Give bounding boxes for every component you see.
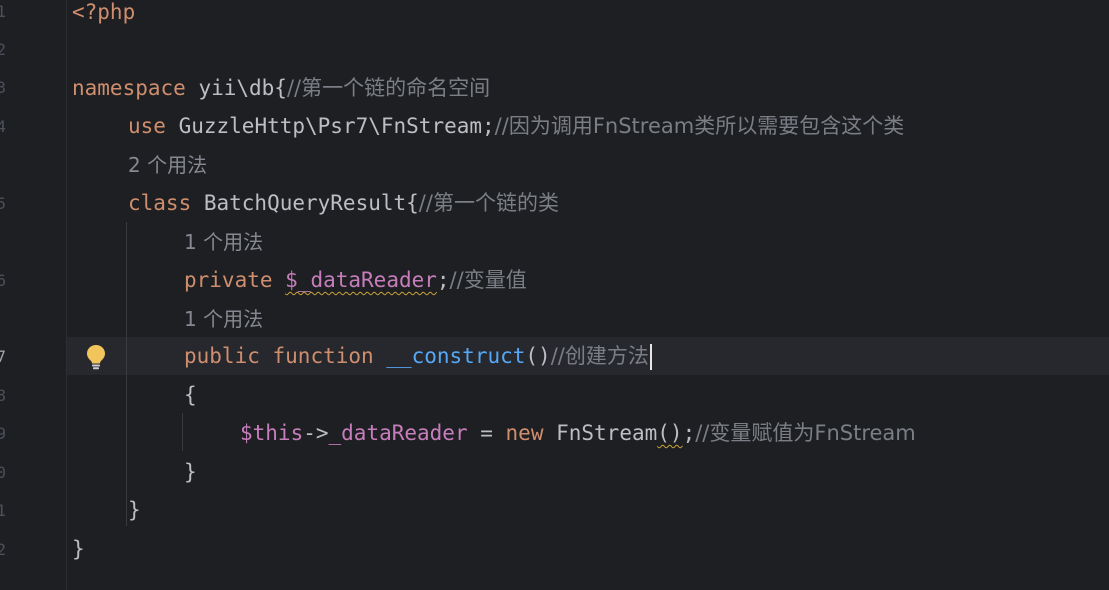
namespace-name: yii\db{ (185, 76, 287, 100)
close-brace: } (72, 537, 85, 561)
open-brace: { (184, 383, 197, 407)
class-name: BatchQueryResult{ (191, 191, 419, 215)
code-line[interactable]: } (128, 491, 141, 529)
code-comment: //变量赋值为FnStream (695, 421, 916, 445)
new-keyword: new (505, 421, 544, 445)
constructor-name: __construct (386, 344, 526, 368)
indent-guide (182, 413, 183, 451)
namespace-keyword: namespace (72, 76, 186, 100)
line-number: 4 (0, 117, 6, 136)
semicolon: ; (682, 421, 696, 445)
parentheses: () (525, 344, 551, 368)
new-class-name: FnStream (543, 421, 658, 445)
line-number: 2 (0, 40, 6, 59)
code-line[interactable]: <?php (72, 0, 135, 31)
code-line[interactable]: use GuzzleHttp\Psr7\FnStream;//因为调用FnStr… (128, 107, 904, 145)
code-comment: //因为调用FnStream类所以需要包含这个类 (494, 114, 905, 138)
assign-operator: = (467, 421, 506, 445)
line-number: 2 (0, 540, 6, 559)
close-brace: } (184, 460, 197, 484)
line-number: 5 (0, 194, 6, 213)
usages-hint[interactable]: 1 个用法 (184, 300, 263, 338)
close-brace: } (128, 498, 141, 522)
this-variable: $this (240, 421, 304, 445)
code-comment: //变量值 (449, 268, 527, 292)
line-number-gutter[interactable]: 1 2 3 4 5 6 7 8 9 0 1 2 (0, 0, 67, 590)
code-line[interactable]: namespace yii\db{//第一个链的命名空间 (72, 69, 490, 107)
use-path: GuzzleHttp\Psr7\FnStream; (165, 114, 495, 138)
code-editor[interactable]: <?php namespace yii\db{//第一个链的命名空间 use G… (72, 0, 1109, 590)
usages-hint[interactable]: 2 个用法 (128, 146, 207, 184)
semicolon: ; (436, 268, 450, 292)
code-line[interactable]: } (72, 530, 85, 568)
code-comment: //创建方法 (550, 344, 649, 368)
line-number: 0 (0, 463, 6, 482)
public-keyword: public (184, 344, 260, 368)
code-line[interactable]: { (184, 376, 197, 414)
line-number: 9 (0, 424, 6, 443)
code-line[interactable]: private $_dataReader;//变量值 (184, 261, 527, 299)
usages-hint[interactable]: 1 个用法 (184, 223, 263, 261)
code-line[interactable]: $this->_dataReader = new FnStream();//变量… (240, 414, 916, 452)
line-number: 1 (0, 2, 6, 21)
line-number: 1 (0, 501, 6, 520)
php-open-tag: <?php (72, 0, 136, 24)
property-name: $_dataReader (285, 268, 437, 292)
function-keyword: function (272, 344, 374, 368)
code-line[interactable]: public function __construct()//创建方法 (184, 337, 652, 375)
private-keyword: private (184, 268, 273, 292)
code-comment: //第一个链的命名空间 (286, 76, 491, 100)
code-line[interactable]: } (184, 453, 197, 491)
code-line[interactable]: class BatchQueryResult{//第一个链的类 (128, 184, 559, 222)
class-keyword: class (128, 191, 192, 215)
line-number: 7 (0, 347, 6, 366)
indent-guide (126, 222, 127, 526)
code-comment: //第一个链的类 (418, 191, 559, 215)
property-access: _dataReader (328, 421, 468, 445)
use-keyword: use (128, 114, 166, 138)
arrow-operator: -> (303, 421, 329, 445)
call-parentheses: () (657, 421, 683, 445)
line-number: 3 (0, 78, 6, 97)
line-number: 8 (0, 386, 6, 405)
text-cursor (649, 344, 652, 370)
line-number: 6 (0, 271, 6, 290)
